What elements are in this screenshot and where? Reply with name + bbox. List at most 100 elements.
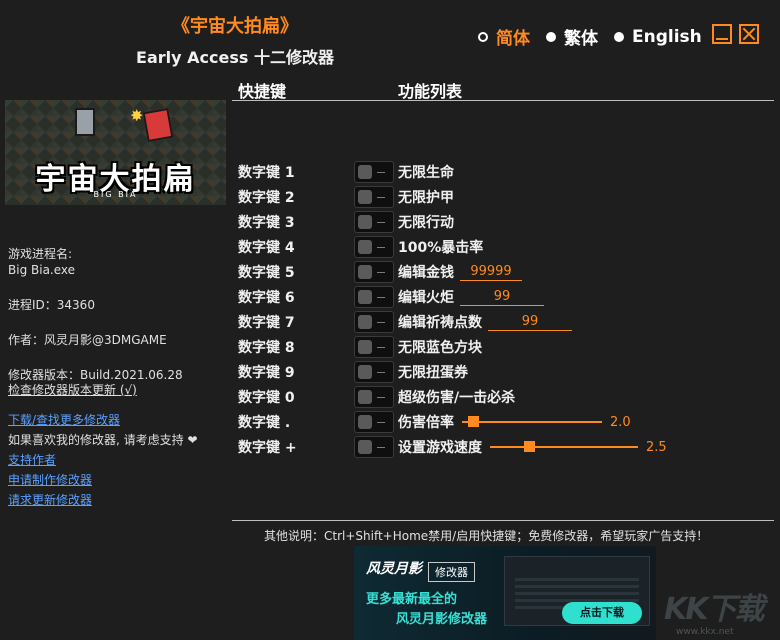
feature-label: 100%暴击率 <box>398 240 484 256</box>
slider-thumb[interactable] <box>468 416 479 427</box>
hotkey-label: 数字键 7 <box>238 315 295 331</box>
check-update-link[interactable]: 检查修改器版本更新 (√) <box>8 382 137 398</box>
cover-subtitle: BIG BIA <box>93 190 138 199</box>
close-button[interactable] <box>739 24 759 44</box>
feature-label: 无限生命 <box>398 165 454 181</box>
banner-line2: 风灵月影修改器 <box>396 612 488 627</box>
toggle-knob <box>358 365 372 379</box>
radio-dot-icon <box>614 31 624 42</box>
feature-label: 无限行动 <box>398 215 454 231</box>
cheat-row: 数字键 + 设置游戏速度 2.5 <box>238 436 667 458</box>
toggle-track-mark <box>377 197 385 198</box>
cheat-toggle[interactable] <box>354 161 394 183</box>
feature-label: 设置游戏速度 <box>398 440 482 456</box>
cheat-row: 数字键 . 伤害倍率 2.0 <box>238 411 631 433</box>
toggle-track-mark <box>377 172 385 173</box>
app-subtitle: Early Access 十二修改器 <box>136 48 334 67</box>
value-input[interactable]: 99999 <box>460 263 522 281</box>
feature-label: 无限护甲 <box>398 190 454 206</box>
banner-logo: 风灵月影 <box>366 561 422 577</box>
slider-track <box>462 421 602 423</box>
value-slider[interactable] <box>462 411 602 433</box>
footer-note: 其他说明：Ctrl+Shift+Home禁用/启用快捷键；免费修改器，希望玩家广… <box>264 529 709 543</box>
lang-option-simplified[interactable]: 简体 <box>478 24 530 49</box>
value-input[interactable]: 99 <box>488 313 572 331</box>
cheat-toggle[interactable] <box>354 361 394 383</box>
toggle-track-mark <box>377 422 385 423</box>
hotkey-label: 数字键 8 <box>238 340 295 356</box>
hotkey-label: 数字键 1 <box>238 165 295 181</box>
pid-text: 进程ID：34360 <box>8 298 95 312</box>
toggle-track-mark <box>377 222 385 223</box>
header-divider <box>232 100 774 101</box>
feature-label: 伤害倍率 <box>398 415 454 431</box>
cheat-row: 数字键 6 编辑火炬 99 <box>238 286 544 308</box>
hotkey-column-header: 快捷键 <box>238 82 287 101</box>
hotkey-label: 数字键 9 <box>238 365 295 381</box>
support-text: 如果喜欢我的修改器, 请考虑支持 ❤ <box>8 433 198 447</box>
title-block: 《宇宙大拍扁》 Early Access 十二修改器 <box>120 12 350 68</box>
cheat-row: 数字键 5 编辑金钱 99999 <box>238 261 522 283</box>
toggle-knob <box>358 290 372 304</box>
radio-dot-icon <box>546 31 556 42</box>
lang-option-english[interactable]: English <box>614 27 702 47</box>
lang-label: 简体 <box>496 29 530 49</box>
slider-value: 2.5 <box>646 439 667 455</box>
minimize-button[interactable] <box>712 24 732 44</box>
slider-thumb[interactable] <box>524 441 535 452</box>
cheat-row: 数字键 9 无限扭蛋券 <box>238 361 468 383</box>
cheat-toggle[interactable] <box>354 386 394 408</box>
game-cover-image: ✸ 宇宙大拍扁 BIG BIA <box>5 100 226 205</box>
toggle-track-mark <box>377 272 385 273</box>
cheat-row: 数字键 0 超级伤害/一击必杀 <box>238 386 515 408</box>
cheat-row: 数字键 1 无限生命 <box>238 161 454 183</box>
request-update-link[interactable]: 请求更新修改器 <box>8 492 92 508</box>
toggle-track-mark <box>377 372 385 373</box>
feature-label: 无限扭蛋券 <box>398 365 468 381</box>
robot-figure-icon <box>142 107 174 143</box>
toggle-track-mark <box>377 347 385 348</box>
spark-icon: ✸ <box>130 106 144 125</box>
request-trainer-link[interactable]: 申请制作修改器 <box>8 472 92 488</box>
cheat-row: 数字键 7 编辑祈祷点数 99 <box>238 311 572 333</box>
toggle-knob <box>358 265 372 279</box>
toggle-track-mark <box>377 247 385 248</box>
value-input[interactable]: 99 <box>460 288 544 306</box>
hotkey-label: 数字键 0 <box>238 390 295 406</box>
toggle-knob <box>358 340 372 354</box>
cheat-row: 数字键 8 无限蓝色方块 <box>238 336 482 358</box>
cheat-toggle[interactable] <box>354 286 394 308</box>
hotkey-label: 数字键 5 <box>238 265 295 281</box>
footer-divider <box>232 520 774 521</box>
value-slider[interactable] <box>490 436 638 458</box>
banner-download-button[interactable]: 点击下载 <box>562 602 642 624</box>
toggle-track-mark <box>377 447 385 448</box>
toggle-track-mark <box>377 297 385 298</box>
toggle-track-mark <box>377 322 385 323</box>
hotkey-label: 数字键 . <box>238 415 291 431</box>
process-label: 游戏进程名: <box>8 247 73 261</box>
cheat-toggle[interactable] <box>354 336 394 358</box>
toggle-knob <box>358 215 372 229</box>
cheat-toggle[interactable] <box>354 311 394 333</box>
lang-option-traditional[interactable]: 繁体 <box>546 24 598 49</box>
hotkey-label: 数字键 6 <box>238 290 295 306</box>
cheat-toggle[interactable] <box>354 436 394 458</box>
feature-label: 超级伤害/一击必杀 <box>398 390 516 406</box>
toggle-knob <box>358 415 372 429</box>
version-text: 修改器版本：Build.2021.06.28 <box>8 368 183 382</box>
toggle-knob <box>358 240 372 254</box>
ad-banner[interactable]: 风灵月影 修改器 更多最新最全的 风灵月影修改器 点击下载 <box>354 546 656 640</box>
cheat-toggle[interactable] <box>354 236 394 258</box>
cheat-toggle[interactable] <box>354 211 394 233</box>
cheat-toggle[interactable] <box>354 186 394 208</box>
process-value: Big Bia.exe <box>8 263 76 277</box>
language-selector: 简体 繁体 English <box>478 24 718 49</box>
cheat-toggle[interactable] <box>354 261 394 283</box>
download-more-link[interactable]: 下载/查找更多修改器 <box>8 412 120 428</box>
feature-label: 编辑祈祷点数 <box>398 315 482 331</box>
cheat-row: 数字键 2 无限护甲 <box>238 186 454 208</box>
cheat-toggle[interactable] <box>354 411 394 433</box>
lang-label: English <box>632 26 702 47</box>
support-author-link[interactable]: 支持作者 <box>8 452 56 468</box>
